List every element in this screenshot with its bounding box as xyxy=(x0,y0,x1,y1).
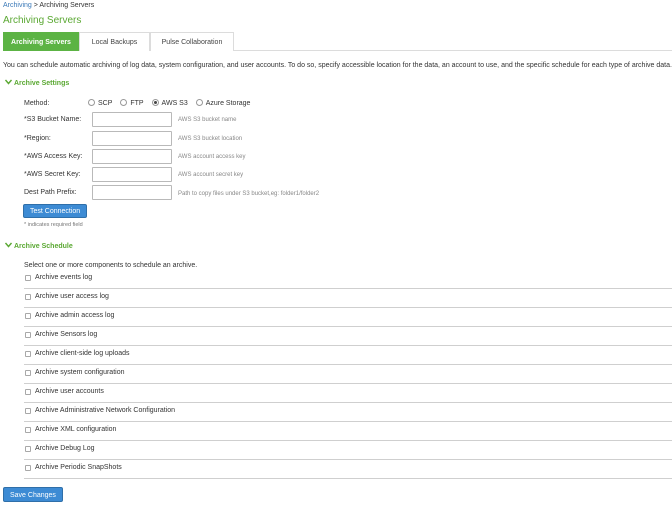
archive-settings-label: Archive Settings xyxy=(14,80,70,87)
method-option-ftp[interactable]: FTP xyxy=(120,99,144,107)
intro-text: You can schedule automatic archiving of … xyxy=(3,62,672,69)
aws-secret-key-hint: AWS account secret key xyxy=(178,172,244,178)
component-item-user-access-log[interactable]: Archive user access log xyxy=(24,289,672,308)
checkbox-icon[interactable] xyxy=(25,313,31,319)
breadcrumb: Archiving > Archiving Servers xyxy=(3,2,94,9)
component-item-events-log[interactable]: Archive events log xyxy=(24,270,672,289)
method-option-label: Azure Storage xyxy=(205,100,251,107)
component-item-admin-access-log[interactable]: Archive admin access log xyxy=(24,308,672,327)
component-label: Archive system configuration xyxy=(35,369,125,376)
region-hint: AWS S3 bucket location xyxy=(178,136,243,142)
chevron-down-icon xyxy=(4,242,13,250)
component-item-user-accounts[interactable]: Archive user accounts xyxy=(24,384,672,403)
component-label: Archive user accounts xyxy=(35,388,104,395)
method-radio-group: SCP FTP AWS S3 Azure Storage xyxy=(88,99,256,107)
component-item-client-side-log-uploads[interactable]: Archive client-side log uploads xyxy=(24,346,672,365)
page-title: Archiving Servers xyxy=(3,15,82,26)
region-input[interactable] xyxy=(92,131,172,146)
component-item-system-configuration[interactable]: Archive system configuration xyxy=(24,365,672,384)
checkbox-icon[interactable] xyxy=(25,332,31,338)
method-option-label: SCP xyxy=(98,100,113,107)
component-label: Archive client-side log uploads xyxy=(35,350,130,357)
radio-icon[interactable] xyxy=(88,99,95,106)
test-connection-button[interactable]: Test Connection xyxy=(23,204,88,218)
s3-bucket-name-input[interactable] xyxy=(92,112,172,127)
region-label: *Region: xyxy=(24,135,51,142)
component-label: Archive user access log xyxy=(35,293,109,300)
archive-schedule-label: Archive Schedule xyxy=(14,243,73,250)
aws-access-key-input[interactable] xyxy=(92,149,172,164)
aws-access-key-label: *AWS Access Key: xyxy=(24,153,83,160)
dest-path-prefix-label: Dest Path Prefix: xyxy=(24,189,77,196)
checkbox-icon[interactable] xyxy=(25,465,31,471)
component-label: Archive Administrative Network Configura… xyxy=(35,407,176,414)
method-option-label: FTP xyxy=(130,100,144,107)
method-option-scp[interactable]: SCP xyxy=(88,99,112,107)
component-item-xml-configuration[interactable]: Archive XML configuration xyxy=(24,422,672,441)
checkbox-icon[interactable] xyxy=(25,389,31,395)
required-field-note: * indicates required field xyxy=(24,222,83,228)
dest-path-prefix-hint: Path to copy files under S3 bucket,eg: f… xyxy=(178,191,320,197)
tab-pulse-collaboration[interactable]: Pulse Collaboration xyxy=(150,32,234,51)
save-changes-button[interactable]: Save Changes xyxy=(3,487,63,502)
component-label: Archive Sensors log xyxy=(35,331,98,338)
tab-local-backups[interactable]: Local Backups xyxy=(79,32,150,51)
checkbox-icon[interactable] xyxy=(25,408,31,414)
tab-bar: Archiving Servers Local Backups Pulse Co… xyxy=(3,32,672,51)
radio-icon[interactable] xyxy=(195,99,203,106)
aws-secret-key-label: *AWS Secret Key: xyxy=(24,171,81,178)
method-option-label: AWS S3 xyxy=(161,100,188,107)
s3-bucket-name-hint: AWS S3 bucket name xyxy=(178,117,237,123)
checkbox-icon[interactable] xyxy=(25,294,31,300)
method-label: Method: xyxy=(24,100,50,107)
checkbox-icon[interactable] xyxy=(25,427,31,433)
method-option-aws-s3[interactable]: AWS S3 xyxy=(151,99,188,107)
checkbox-icon[interactable] xyxy=(25,351,31,357)
method-option-azure-storage[interactable]: Azure Storage xyxy=(195,99,251,107)
component-label: Archive XML configuration xyxy=(35,426,117,433)
checkbox-icon[interactable] xyxy=(25,370,31,376)
component-item-periodic-snapshots[interactable]: Archive Periodic SnapShots xyxy=(24,460,672,479)
breadcrumb-link-archiving[interactable]: Archiving xyxy=(3,2,32,9)
dest-path-prefix-input[interactable] xyxy=(92,185,172,200)
radio-icon[interactable] xyxy=(120,99,128,106)
checkbox-icon[interactable] xyxy=(25,446,31,452)
archive-schedule-heading[interactable]: Archive Schedule xyxy=(4,242,73,250)
tab-archiving-servers[interactable]: Archiving Servers xyxy=(3,32,79,51)
component-label: Archive Periodic SnapShots xyxy=(35,464,122,471)
schedule-prompt: Select one or more components to schedul… xyxy=(24,262,198,269)
component-label: Archive Debug Log xyxy=(35,445,95,452)
checkbox-icon[interactable] xyxy=(25,275,31,281)
component-item-debug-log[interactable]: Archive Debug Log xyxy=(24,441,672,460)
radio-selected-icon[interactable] xyxy=(151,99,159,106)
aws-access-key-hint: AWS account access key xyxy=(178,154,246,160)
archive-settings-heading[interactable]: Archive Settings xyxy=(4,79,70,87)
component-item-admin-network-configuration[interactable]: Archive Administrative Network Configura… xyxy=(24,403,672,422)
component-label: Archive events log xyxy=(35,274,93,281)
component-item-sensors-log[interactable]: Archive Sensors log xyxy=(24,327,672,346)
aws-secret-key-input[interactable] xyxy=(92,167,172,182)
breadcrumb-separator: > xyxy=(33,2,38,9)
component-label: Archive admin access log xyxy=(35,312,115,319)
s3-bucket-name-label: *S3 Bucket Name: xyxy=(24,116,82,123)
chevron-down-icon xyxy=(4,79,13,87)
breadcrumb-current: Archiving Servers xyxy=(39,2,95,9)
